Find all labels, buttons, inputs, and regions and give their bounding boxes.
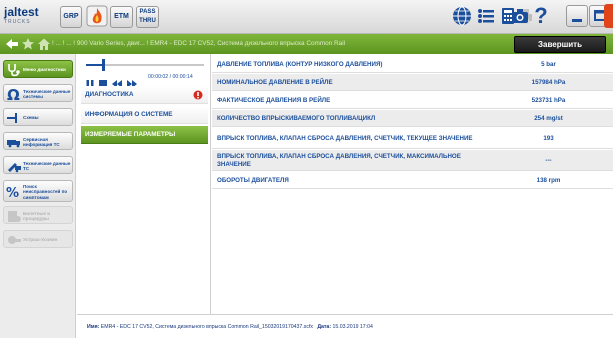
sidebar-item-label: Меню диагностики xyxy=(23,67,66,73)
breadcrumb-bar: ! ... ! ... ! 900 Vario Series, двиг... … xyxy=(0,34,613,54)
stethoscope-icon xyxy=(6,62,22,78)
grp-label: GRP xyxy=(63,13,79,20)
menu-item-diagnostics[interactable]: ДИАГНОСТИКА xyxy=(81,86,208,104)
grp-button[interactable]: GRP xyxy=(60,6,82,28)
close-icon[interactable] xyxy=(604,4,613,28)
playback-progress xyxy=(86,64,103,66)
list-icon[interactable] xyxy=(475,5,497,27)
fire-icon[interactable] xyxy=(86,5,108,27)
sidebar-item-label: Технические данные ТС xyxy=(23,160,71,171)
globe-icon[interactable] xyxy=(451,5,473,27)
menu-item-label: ИНФОРМАЦИЯ О СИСТЕМЕ xyxy=(85,111,173,118)
parameter-name: КОЛИЧЕСТВО ВПРЫСКИВАЕМОГО ТОПЛИВА/ЦИКЛ xyxy=(217,114,376,122)
parameter-value: 254 mg/st xyxy=(534,115,563,122)
table-row[interactable]: ОБОРОТЫ ДВИГАТЕЛЯ 138 rpm xyxy=(212,172,613,189)
menu-item-label: ДИАГНОСТИКА xyxy=(85,91,134,98)
parameter-value: 523731 hPa xyxy=(531,97,566,104)
parameter-name: ДАВЛЕНИЕ ТОПЛИВА (КОНТУР НИЗКОГО ДАВЛЕНИ… xyxy=(217,60,383,68)
parameter-name: НОМИНАЛЬНОЕ ДАВЛЕНИЕ В РЕЙЛЕ xyxy=(217,78,333,86)
parameter-value: --- xyxy=(545,157,552,164)
menu-item-label: ИЗМЕРЯЕМЫЕ ПАРАМЕТРЫ xyxy=(85,131,176,138)
percent-search-icon: % xyxy=(6,184,22,201)
file-name-value: EMR4 - EDC 17 CV52, Система дизельного в… xyxy=(100,324,313,330)
omega-icon: Ω xyxy=(6,86,22,104)
help-icon[interactable]: ? xyxy=(531,4,551,28)
navigation-panel: 00:00:02 / 00:00:14 ДИАГНОСТИКА ИНФОРМАЦ… xyxy=(77,54,211,338)
svg-text:Ω: Ω xyxy=(7,86,20,102)
sidebar-item-symptom-search[interactable]: % Поиск неисправностей по симптомам xyxy=(3,180,73,202)
etm-label: ETM xyxy=(114,13,129,20)
sidebar-item-vehicle-tech-data[interactable]: Технические данные ТС xyxy=(3,156,73,174)
svg-text:%: % xyxy=(6,186,19,200)
parameter-name: ВПРЫСК ТОПЛИВА, КЛАПАН СБРОСА ДАВЛЕНИЯ, … xyxy=(217,134,473,142)
menu-item-system-info[interactable]: ИНФОРМАЦИЯ О СИСТЕМЕ xyxy=(81,106,208,124)
fast-forward-icon[interactable] xyxy=(127,75,137,88)
sidebar-item-label: Схемы xyxy=(23,115,39,121)
parameter-value: 138 rpm xyxy=(536,177,561,184)
playback-time: 00:00:02 / 00:00:14 xyxy=(148,74,193,80)
breadcrumb: ! ... ! ... ! 900 Vario Series, двиг... … xyxy=(52,40,346,47)
tools-icon xyxy=(6,232,22,248)
playback-controls: 00:00:02 / 00:00:14 xyxy=(77,54,211,88)
left-sidebar: Меню диагностики Ω Технические данные си… xyxy=(0,54,76,338)
schematic-icon xyxy=(6,110,22,126)
finish-button[interactable]: Завершить xyxy=(514,36,606,53)
stop-icon[interactable] xyxy=(99,75,107,88)
back-arrow-icon[interactable] xyxy=(4,36,20,52)
app-window: jaltest TRUCKS GRP ETM PASS THRU ? ! ...… xyxy=(0,0,613,338)
sidebar-item-service-info[interactable]: Сервисная информация ТС xyxy=(3,132,73,150)
etm-button[interactable]: ETM xyxy=(110,6,133,28)
sidebar-item-label: Устраш-Хозяин xyxy=(23,237,58,243)
alert-flag-icon xyxy=(193,90,203,100)
parameter-name: ОБОРОТЫ ДВИГАТЕЛЯ xyxy=(217,176,289,184)
parameter-name: ВПРЫСК ТОПЛИВА, КЛАПАН СБРОСА ДАВЛЕНИЯ, … xyxy=(217,153,461,168)
pass-label: PASS xyxy=(139,9,156,15)
sidebar-item-system-tech-data[interactable]: Ω Технические данные системы xyxy=(3,84,73,104)
parameter-name: ФАКТИЧЕСКОЕ ДАВЛЕНИЯ В РЕЙЛЕ xyxy=(217,96,331,104)
home-icon[interactable] xyxy=(36,36,52,52)
table-row[interactable]: ВПРЫСК ТОПЛИВА, КЛАПАН СБРОСА ДАВЛЕНИЯ, … xyxy=(212,128,613,149)
file-name-label: Имя: xyxy=(87,324,100,330)
sidebar-item-label: Сервисная информация ТС xyxy=(23,136,60,147)
sidebar-item-tools: Устраш-Хозяин xyxy=(3,230,73,248)
procedures-icon xyxy=(6,208,22,224)
file-info-footer: Имя: EMR4 - EDC 17 CV52, Система дизельн… xyxy=(77,314,613,338)
sidebar-item-diagnostics-menu[interactable]: Меню диагностики xyxy=(3,60,73,78)
sidebar-item-procedures: Билетные и процедуры xyxy=(3,206,73,224)
sidebar-item-label: Поиск неисправностей по симптомам xyxy=(23,184,68,200)
rewind-icon[interactable] xyxy=(112,75,122,88)
table-row[interactable]: ФАКТИЧЕСКОЕ ДАВЛЕНИЯ В РЕЙЛЕ 523731 hPa xyxy=(212,92,613,109)
thru-label: THRU xyxy=(139,18,156,24)
favorite-star-icon[interactable] xyxy=(20,36,36,52)
sidebar-item-label: Билетные и процедуры xyxy=(23,210,51,221)
table-row[interactable]: ДАВЛЕНИЕ ТОПЛИВА (КОНТУР НИЗКОГО ДАВЛЕНИ… xyxy=(212,56,613,73)
parameter-value: 157984 hPa xyxy=(531,79,566,86)
table-row[interactable]: КОЛИЧЕСТВО ВПРЫСКИВАЕМОГО ТОПЛИВА/ЦИКЛ 2… xyxy=(212,110,613,127)
camera-icon[interactable] xyxy=(509,5,531,27)
parameter-value: 193 xyxy=(543,135,554,142)
table-row[interactable]: ВПРЫСК ТОПЛИВА, КЛАПАН СБРОСА ДАВЛЕНИЯ, … xyxy=(212,150,613,171)
pause-icon[interactable] xyxy=(86,75,94,88)
parameter-value: 5 bar xyxy=(541,61,556,68)
parameters-table: ДАВЛЕНИЕ ТОПЛИВА (КОНТУР НИЗКОГО ДАВЛЕНИ… xyxy=(212,54,613,314)
sidebar-item-schemes[interactable]: Схемы xyxy=(3,108,73,126)
table-row[interactable]: НОМИНАЛЬНОЕ ДАВЛЕНИЕ В РЕЙЛЕ 157984 hPa xyxy=(212,74,613,91)
minimize-button[interactable] xyxy=(566,5,588,27)
truck-info-icon xyxy=(6,134,22,150)
menu-item-measured-params[interactable]: ИЗМЕРЯЕМЫЕ ПАРАМЕТРЫ xyxy=(81,126,208,144)
logo-subtext: TRUCKS xyxy=(4,19,31,25)
logo-text: jaltest xyxy=(4,5,39,19)
sidebar-item-label: Технические данные системы xyxy=(23,88,71,99)
top-toolbar: jaltest TRUCKS GRP ETM PASS THRU ? xyxy=(0,0,613,34)
app-logo: jaltest TRUCKS xyxy=(4,5,56,29)
pass-thru-button[interactable]: PASS THRU xyxy=(136,6,159,28)
truck-tech-icon xyxy=(6,158,22,174)
file-date-value: 15.03.2019 17:04 xyxy=(332,324,373,330)
file-date-label: Дата: xyxy=(317,324,332,330)
playback-slider-handle[interactable] xyxy=(101,59,105,71)
